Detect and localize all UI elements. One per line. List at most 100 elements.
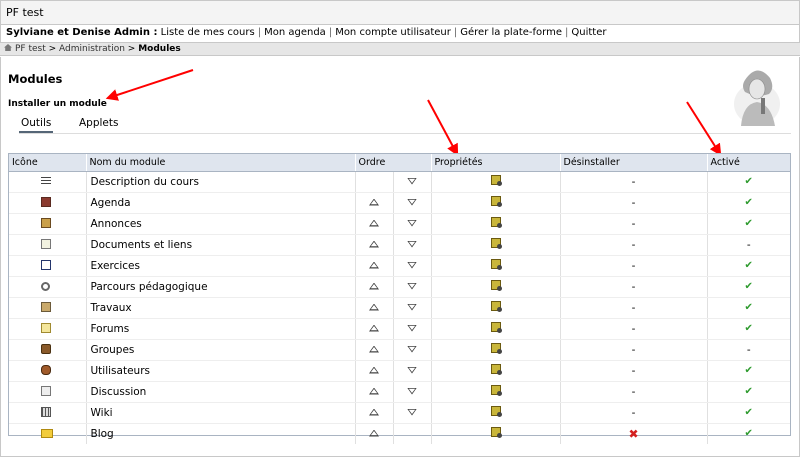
move-up-icon[interactable] <box>369 366 379 374</box>
uninstall-value: - <box>559 297 707 319</box>
order-cell <box>354 381 431 403</box>
active-check-icon[interactable]: ✔ <box>706 402 790 424</box>
move-up-icon[interactable] <box>369 198 379 206</box>
active-check-icon[interactable]: ✔ <box>706 276 790 298</box>
module-icon-cell <box>9 360 86 382</box>
move-up-icon[interactable] <box>369 387 379 395</box>
properties-icon[interactable] <box>490 427 502 438</box>
active-value: - <box>706 339 790 361</box>
move-down-icon[interactable] <box>407 219 417 227</box>
active-check-icon[interactable]: ✔ <box>706 297 790 319</box>
move-up-icon[interactable] <box>369 240 379 248</box>
properties-icon[interactable] <box>490 406 502 417</box>
properties-icon[interactable] <box>490 364 502 375</box>
move-down-icon[interactable] <box>407 303 417 311</box>
breadcrumb-item-admin[interactable]: Administration <box>59 44 125 54</box>
properties-icon[interactable] <box>490 196 502 207</box>
header-icon: Icône <box>9 154 86 172</box>
active-check-icon[interactable]: ✔ <box>706 192 790 214</box>
breadcrumb-item-home[interactable]: PF test <box>15 44 46 54</box>
move-down-icon[interactable] <box>407 177 417 185</box>
page-title: Modules <box>8 72 63 86</box>
module-icon-cell <box>9 381 86 403</box>
properties-cell <box>430 402 560 424</box>
breadcrumb-current: Modules <box>138 44 181 54</box>
active-check-icon[interactable]: ✔ <box>706 213 790 235</box>
uninstall-value: - <box>559 381 707 403</box>
active-check-icon[interactable]: ✔ <box>706 255 790 277</box>
properties-cell <box>430 297 560 319</box>
move-up-icon[interactable] <box>369 324 379 332</box>
active-check-icon[interactable]: ✔ <box>706 318 790 340</box>
properties-icon[interactable] <box>490 217 502 228</box>
assignments-icon <box>41 302 51 312</box>
table-row: Parcours pédagogique - ✔ <box>9 276 790 298</box>
move-down-icon[interactable] <box>407 240 417 248</box>
properties-cell <box>430 276 560 298</box>
tab-outils[interactable]: Outils <box>19 116 54 133</box>
uninstall-value: - <box>559 339 707 361</box>
order-cell <box>354 255 431 277</box>
move-up-icon[interactable] <box>369 345 379 353</box>
module-icon-cell <box>9 339 86 361</box>
move-down-icon[interactable] <box>407 345 417 353</box>
groups-icon <box>41 344 51 354</box>
move-down-icon[interactable] <box>407 387 417 395</box>
properties-cell <box>430 360 560 382</box>
uninstall-value: - <box>559 255 707 277</box>
uninstall-value: - <box>559 213 707 235</box>
move-down-icon[interactable] <box>407 324 417 332</box>
uninstall-icon[interactable]: ✖ <box>559 423 707 444</box>
module-icon-cell <box>9 192 86 214</box>
link-my-account[interactable]: Mon compte utilisateur <box>335 27 451 38</box>
install-module-link[interactable]: Installer un module <box>8 99 107 109</box>
chat-icon <box>41 386 51 396</box>
home-icon[interactable] <box>4 44 12 51</box>
link-my-agenda[interactable]: Mon agenda <box>264 27 326 38</box>
order-cell <box>354 192 431 214</box>
properties-icon[interactable] <box>490 175 502 186</box>
move-up-icon[interactable] <box>369 219 379 227</box>
properties-icon[interactable] <box>490 343 502 354</box>
tab-applets[interactable]: Applets <box>79 116 118 133</box>
link-logout[interactable]: Quitter <box>571 27 606 38</box>
move-up-icon[interactable] <box>369 408 379 416</box>
properties-icon[interactable] <box>490 259 502 270</box>
module-icon-cell <box>9 318 86 340</box>
uninstall-value: - <box>559 192 707 214</box>
properties-icon[interactable] <box>490 385 502 396</box>
move-down-icon[interactable] <box>407 408 417 416</box>
move-down-icon[interactable] <box>407 198 417 206</box>
move-up-icon[interactable] <box>369 282 379 290</box>
properties-icon[interactable] <box>490 322 502 333</box>
move-down-icon[interactable] <box>407 261 417 269</box>
order-cell <box>354 297 431 319</box>
module-name: Parcours pédagogique <box>85 276 355 298</box>
main-content: Modules Installer un module Outils Apple… <box>0 57 800 457</box>
module-name: Description du cours <box>85 171 355 193</box>
uninstall-value: - <box>559 234 707 256</box>
module-name: Documents et liens <box>85 234 355 256</box>
link-manage-platform[interactable]: Gérer la plate-forme <box>460 27 562 38</box>
properties-icon[interactable] <box>490 301 502 312</box>
move-down-icon[interactable] <box>407 366 417 374</box>
module-name: Wiki <box>85 402 355 424</box>
move-up-icon[interactable] <box>369 429 379 437</box>
learning-path-icon <box>41 281 50 291</box>
order-cell <box>354 171 431 193</box>
active-check-icon[interactable]: ✔ <box>706 360 790 382</box>
active-check-icon[interactable]: ✔ <box>706 381 790 403</box>
link-my-courses[interactable]: Liste de mes cours <box>161 27 255 38</box>
uninstall-value: - <box>559 318 707 340</box>
user-bar: Sylviane et Denise Admin : Liste de mes … <box>0 25 800 42</box>
active-check-icon[interactable]: ✔ <box>706 423 790 444</box>
move-up-icon[interactable] <box>369 303 379 311</box>
move-down-icon[interactable] <box>407 282 417 290</box>
table-row: Forums - ✔ <box>9 318 790 340</box>
properties-icon[interactable] <box>490 280 502 291</box>
separator: | <box>564 27 569 38</box>
move-up-icon[interactable] <box>369 261 379 269</box>
properties-icon[interactable] <box>490 238 502 249</box>
modules-table-container: Icône Nom du module Ordre Propriétés Dés… <box>8 153 791 444</box>
active-check-icon[interactable]: ✔ <box>706 171 790 193</box>
